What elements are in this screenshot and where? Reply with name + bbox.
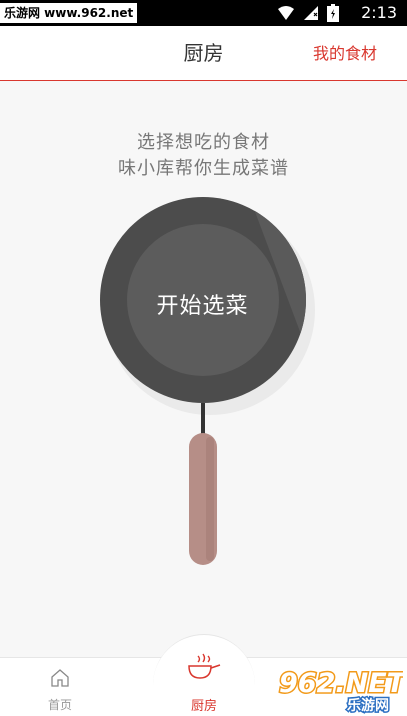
wifi-icon xyxy=(278,6,294,20)
start-select-button[interactable]: 开始选菜 xyxy=(100,288,305,320)
tab-home[interactable]: 首页 xyxy=(35,658,85,716)
svg-text:962.NET: 962.NET xyxy=(279,668,403,699)
signal-icon xyxy=(304,6,318,20)
clock: 2:13 xyxy=(361,3,397,22)
cooking-pan-icon xyxy=(188,653,221,679)
status-bar: 乐游网 www.962.net 2:13 xyxy=(0,0,407,26)
tab-home-label: 首页 xyxy=(47,698,72,712)
svg-text:乐游网: 乐游网 xyxy=(347,697,389,714)
my-ingredients-link[interactable]: 我的食材 xyxy=(313,26,377,81)
intro-line-2: 味小库帮你生成菜谱 xyxy=(118,158,289,179)
app-header: 厨房 我的食材 xyxy=(0,26,407,81)
status-icons xyxy=(277,4,339,22)
watermark-text: 乐游网 www.962.net xyxy=(0,3,138,23)
tab-kitchen[interactable]: 厨房 xyxy=(153,634,255,716)
battery-icon xyxy=(327,4,339,22)
frying-pan-illustration xyxy=(100,197,315,565)
home-icon xyxy=(51,669,69,687)
intro-text: 选择想吃的食材 味小库帮你生成菜谱 xyxy=(0,130,407,182)
tab-kitchen-label: 厨房 xyxy=(190,699,217,714)
site-logo-watermark: 962.NET 乐游网 xyxy=(278,667,404,715)
intro-line-1: 选择想吃的食材 xyxy=(137,132,270,153)
